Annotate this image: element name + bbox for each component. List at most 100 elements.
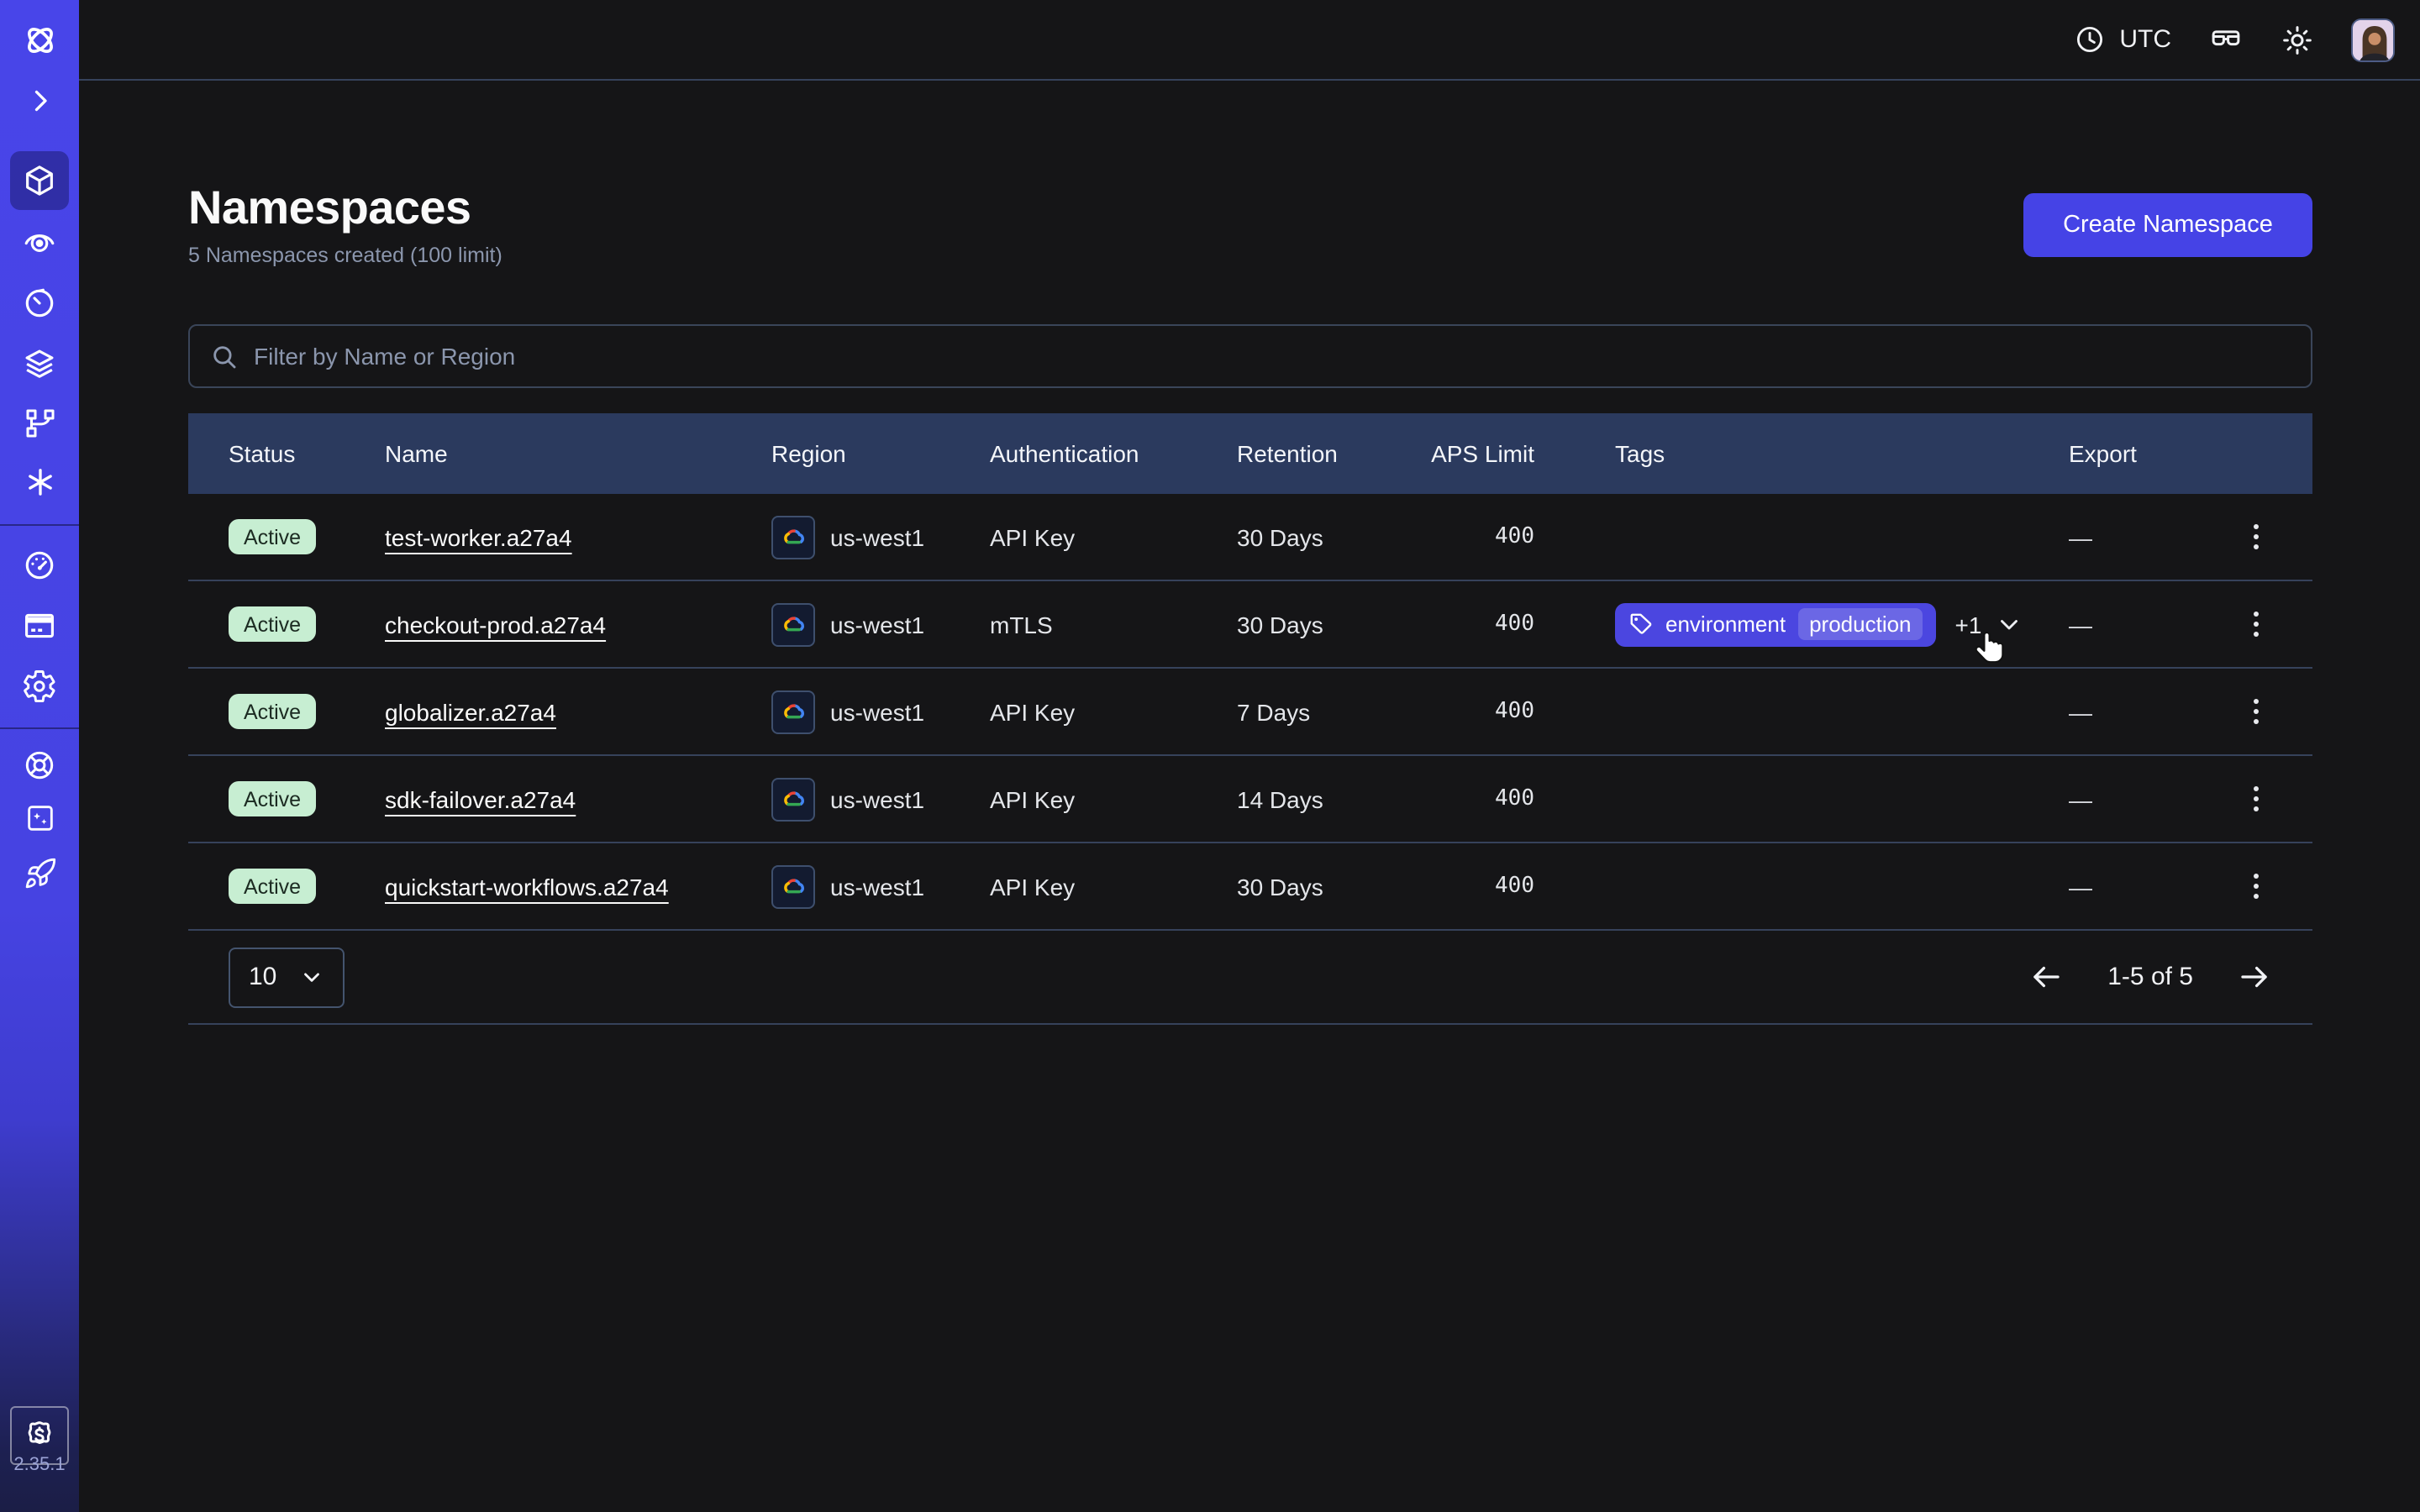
- namespace-link[interactable]: sdk-failover.a27a4: [385, 785, 576, 812]
- retention-cell: 30 Days: [1237, 873, 1427, 900]
- table-row: Active checkout-prod.a27a4 us-west1 mTLS…: [188, 581, 2312, 669]
- deployments-branch-icon[interactable]: [0, 395, 79, 452]
- getting-started-screen-icon[interactable]: [0, 790, 79, 847]
- schedules-timer-icon[interactable]: [0, 274, 79, 331]
- namespaces-cube-icon[interactable]: [0, 151, 79, 208]
- expand-sidebar-chevron-icon[interactable]: [0, 72, 79, 129]
- row-menu-button[interactable]: [2244, 692, 2269, 731]
- filter-input[interactable]: [254, 343, 2291, 370]
- col-header-export[interactable]: Export: [2069, 440, 2240, 467]
- retention-cell: 7 Days: [1237, 698, 1427, 725]
- namespace-link[interactable]: checkout-prod.a27a4: [385, 611, 606, 638]
- tag-badge[interactable]: environment production: [1615, 602, 1937, 646]
- temporal-logo-icon[interactable]: [0, 12, 79, 69]
- aps-limit-cell: 400: [1427, 699, 1534, 724]
- export-cell: —: [2069, 523, 2240, 550]
- clock-icon: [2074, 24, 2106, 55]
- tag-key-label: environment: [1665, 612, 1786, 637]
- region-cell: us-west1: [771, 515, 990, 559]
- col-header-region[interactable]: Region: [771, 440, 990, 467]
- page-subtitle: 5 Namespaces created (100 limit): [188, 244, 502, 267]
- aps-limit-cell: 400: [1427, 612, 1534, 637]
- search-icon: [210, 342, 239, 370]
- status-badge: Active: [229, 869, 316, 904]
- table-row: Active globalizer.a27a4 us-west1 API Key…: [188, 669, 2312, 756]
- tag-icon: [1628, 612, 1654, 637]
- table-row: Active quickstart-workflows.a27a4 us-wes…: [188, 843, 2312, 931]
- table-body: Active test-worker.a27a4 us-west1 API Ke…: [188, 494, 2312, 931]
- sidebar-divider: [0, 524, 79, 526]
- region-cell: us-west1: [771, 864, 990, 908]
- google-cloud-icon: [771, 864, 815, 908]
- retention-cell: 30 Days: [1237, 523, 1427, 550]
- page-size-select[interactable]: 10: [229, 947, 345, 1007]
- timezone-label: UTC: [2119, 25, 2171, 54]
- google-cloud-icon: [771, 515, 815, 559]
- row-menu-button[interactable]: [2244, 605, 2269, 643]
- table-row: Active sdk-failover.a27a4 us-west1 API K…: [188, 756, 2312, 843]
- col-header-name[interactable]: Name: [385, 440, 771, 467]
- pagination-range-label: 1-5 of 5: [2107, 963, 2193, 991]
- authentication-cell: mTLS: [990, 611, 1237, 638]
- page-title: Namespaces: [188, 181, 471, 235]
- col-header-status[interactable]: Status: [229, 440, 385, 467]
- sidebar: 2.35.1: [0, 0, 79, 1512]
- support-lifebuoy-icon[interactable]: [0, 736, 79, 793]
- sidebar-divider: [0, 727, 79, 729]
- export-cell: —: [2069, 873, 2240, 900]
- google-cloud-icon: [771, 602, 815, 646]
- status-badge: Active: [229, 606, 316, 642]
- namespace-link[interactable]: test-worker.a27a4: [385, 523, 572, 550]
- theme-sun-icon[interactable]: [2281, 23, 2314, 56]
- col-header-retention[interactable]: Retention: [1237, 440, 1427, 467]
- col-header-aps-limit[interactable]: APS Limit: [1427, 440, 1534, 467]
- region-label: us-west1: [830, 611, 924, 638]
- region-label: us-west1: [830, 873, 924, 900]
- batch-layers-icon[interactable]: [0, 334, 79, 391]
- table-row: Active test-worker.a27a4 us-west1 API Ke…: [188, 494, 2312, 581]
- retention-cell: 30 Days: [1237, 611, 1427, 638]
- namespace-link[interactable]: globalizer.a27a4: [385, 698, 556, 725]
- aps-limit-cell: 400: [1427, 874, 1534, 899]
- region-label: us-west1: [830, 698, 924, 725]
- prev-page-arrow[interactable]: [2028, 959, 2064, 995]
- row-menu-button[interactable]: [2244, 517, 2269, 556]
- retention-cell: 14 Days: [1237, 785, 1427, 812]
- quickstart-rocket-icon[interactable]: [0, 845, 79, 902]
- col-header-authentication[interactable]: Authentication: [990, 440, 1237, 467]
- status-badge: Active: [229, 694, 316, 729]
- aps-limit-cell: 400: [1427, 524, 1534, 549]
- billing-card-icon[interactable]: [0, 596, 79, 654]
- row-menu-button[interactable]: [2244, 867, 2269, 906]
- region-cell: us-west1: [771, 690, 990, 733]
- chevron-down-icon[interactable]: [1995, 610, 2023, 638]
- user-avatar[interactable]: [2351, 18, 2395, 61]
- row-menu-button[interactable]: [2244, 780, 2269, 818]
- authentication-cell: API Key: [990, 698, 1237, 725]
- top-bar: UTC: [79, 0, 2420, 81]
- aps-limit-cell: 400: [1427, 786, 1534, 811]
- tag-value-label: production: [1797, 608, 1923, 640]
- labs-glasses-icon[interactable]: [2208, 22, 2244, 57]
- monitoring-eye-icon[interactable]: [0, 212, 79, 269]
- settings-gear-icon[interactable]: [0, 657, 79, 714]
- app-viewport: 2.35.1 UTC Namespaces 5 Namespaces creat…: [0, 0, 2420, 1512]
- status-badge: Active: [229, 519, 316, 554]
- authentication-cell: API Key: [990, 523, 1237, 550]
- export-cell: —: [2069, 698, 2240, 725]
- timezone-selector[interactable]: UTC: [2074, 24, 2171, 55]
- next-page-arrow[interactable]: [2237, 959, 2272, 995]
- create-namespace-button[interactable]: Create Namespace: [2023, 193, 2312, 257]
- authentication-cell: API Key: [990, 873, 1237, 900]
- chevron-down-icon: [299, 964, 324, 990]
- tags-more-label: +1: [1955, 611, 1982, 638]
- region-cell: us-west1: [771, 777, 990, 821]
- authentication-cell: API Key: [990, 785, 1237, 812]
- pagination-row: 10 1-5 of 5: [188, 931, 2312, 1025]
- usage-gauge-icon[interactable]: [0, 536, 79, 593]
- col-header-tags[interactable]: Tags: [1534, 440, 2069, 467]
- region-label: us-west1: [830, 785, 924, 812]
- nexus-asterisk-icon[interactable]: [0, 454, 79, 511]
- namespace-link[interactable]: quickstart-workflows.a27a4: [385, 873, 669, 900]
- region-cell: us-west1: [771, 602, 990, 646]
